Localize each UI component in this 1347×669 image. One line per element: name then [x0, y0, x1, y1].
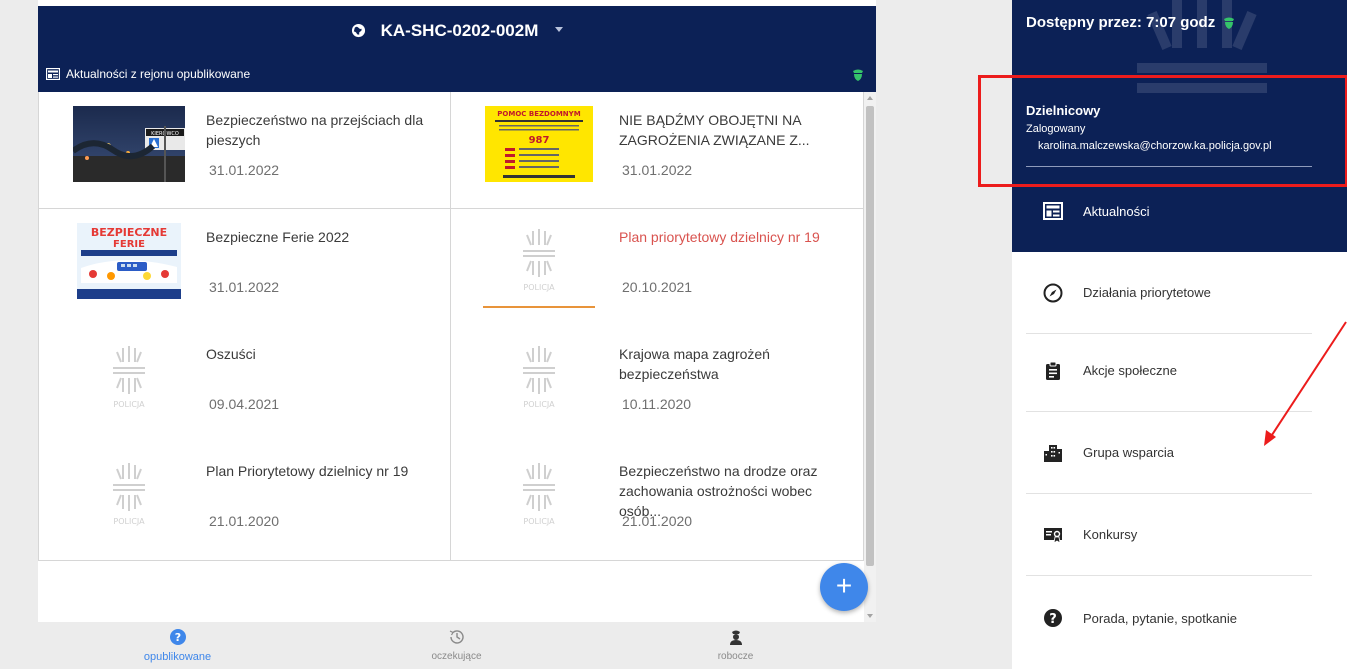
scroll-down-icon[interactable] — [867, 614, 873, 618]
poster-number: 987 — [529, 135, 550, 146]
news-date: 31.01.2022 — [209, 279, 280, 295]
compass-icon — [1043, 283, 1063, 302]
news-date: 09.04.2021 — [209, 396, 280, 412]
menu-item-advice[interactable]: ? Porada, pytanie, spotkanie — [1026, 577, 1312, 659]
tab-drafts[interactable]: robocze — [596, 622, 875, 669]
tab-label: robocze — [717, 651, 754, 662]
news-title: Bezpieczeństwo na drodze oraz zachowania… — [619, 463, 818, 519]
scroll-thumb[interactable] — [866, 106, 874, 566]
screen: KA-SHC-0202-002M Aktualności z rejonu op… — [0, 0, 1347, 669]
news-date: 21.01.2020 — [622, 513, 693, 529]
availability-text: Dostępny przez: 7:07 godz — [1026, 14, 1216, 31]
annotation-arrow-icon — [1264, 321, 1347, 446]
police-word: POLICJA — [113, 400, 145, 409]
bottom-navigation: ? opublikowane oczekujące robocze — [38, 622, 876, 669]
menu-item-label: Konkursy — [1083, 527, 1138, 542]
news-app-panel: KA-SHC-0202-002M Aktualności z rejonu op… — [38, 0, 876, 669]
news-date: 31.01.2022 — [622, 162, 693, 178]
news-title: Bezpieczeństwo na przejściach dla pieszy… — [206, 112, 424, 148]
device-id: KA-SHC-0202-002M — [380, 21, 539, 40]
chevron-down-icon[interactable] — [555, 27, 564, 32]
tab-label: opublikowane — [143, 651, 212, 663]
police-word: POLICJA — [523, 283, 555, 292]
police-badge-icon — [1224, 17, 1235, 29]
news-thumbnail: KIEROWCO — [73, 106, 185, 182]
news-card[interactable]: POLICJA Oszuści 09.04.2021 — [38, 326, 451, 444]
newspaper-icon — [1043, 202, 1063, 220]
police-logo-placeholder: POLICJA — [73, 457, 185, 533]
menu-item-label: Akcje społeczne — [1083, 363, 1177, 378]
left-margin — [0, 0, 38, 669]
menu-item-label: Aktualności — [1083, 203, 1150, 219]
news-scrollbar[interactable] — [864, 92, 876, 622]
news-card[interactable]: POLICJA Krajowa mapa zagrożeń bezpieczeń… — [451, 326, 864, 444]
news-date: 31.01.2022 — [209, 162, 280, 178]
news-date: 21.01.2020 — [209, 513, 280, 529]
news-card[interactable]: POLICJA Bezpieczeństwo na drodze oraz za… — [451, 443, 864, 561]
add-news-button[interactable]: + — [820, 563, 868, 611]
police-logo-placeholder: POLICJA — [483, 457, 595, 533]
top-bar: KA-SHC-0202-002M Aktualności z rejonu op… — [38, 6, 876, 92]
officer-icon — [729, 630, 742, 645]
news-thumbnail: POMOC BEZDOMNYM 987 — [483, 106, 595, 182]
menu-item-label: Porada, pytanie, spotkanie — [1083, 610, 1237, 626]
question-circle-icon: ? — [169, 629, 186, 645]
police-logo-placeholder: POLICJA — [483, 340, 595, 416]
menu-item-contests[interactable]: Konkursy — [1026, 494, 1312, 576]
buildings-icon — [1044, 444, 1062, 462]
svg-text:?: ? — [1049, 612, 1057, 627]
globe-icon — [351, 23, 365, 38]
news-title: NIE BĄDŹMY OBOJĘTNI NA ZAGROŻENIA ZWIĄZA… — [619, 112, 810, 148]
poster-heading: POMOC BEZDOMNYM — [497, 110, 580, 118]
poster-title: BEZPIECZNE — [91, 226, 167, 239]
certificate-icon — [1044, 527, 1062, 544]
clock-history-icon — [449, 630, 464, 644]
news-card[interactable]: POLICJA Plan Priorytetowy dzielnicy nr 1… — [38, 443, 451, 561]
newspaper-icon — [46, 68, 60, 80]
poster-subtitle: FERIE — [113, 239, 145, 250]
annotation-highlight-box — [978, 75, 1347, 187]
section-title: Aktualności z rejonu opublikowane — [66, 67, 251, 81]
menu-item-label: Grupa wsparcia — [1083, 445, 1175, 460]
news-date: 10.11.2020 — [622, 396, 692, 412]
scroll-up-icon[interactable] — [867, 96, 873, 100]
selected-underline — [483, 306, 595, 308]
news-card-selected[interactable]: POLICJA Plan priorytetowy dzielnicy nr 1… — [451, 209, 864, 327]
news-title: Plan Priorytetowy dzielnicy nr 19 — [206, 463, 409, 479]
news-date: 20.10.2021 — [622, 279, 693, 295]
news-title: Oszuści — [206, 346, 256, 362]
news-title: Krajowa mapa zagrożeń bezpieczeństwa — [619, 346, 770, 382]
police-logo-placeholder: POLICJA — [73, 340, 185, 416]
police-word: POLICJA — [523, 400, 555, 409]
tab-label: oczekujące — [431, 651, 482, 662]
news-thumbnail: BEZPIECZNE FERIE — [73, 223, 185, 299]
police-logo-placeholder: POLICJA — [483, 223, 595, 299]
clipboard-icon — [1046, 361, 1060, 380]
police-word: POLICJA — [523, 517, 555, 526]
news-card[interactable]: BEZPIECZNE FERIE Bezpieczne Ferie 2022 3… — [38, 209, 451, 327]
device-selector[interactable]: KA-SHC-0202-002M — [38, 16, 876, 46]
news-card[interactable]: POMOC BEZDOMNYM 987 NIE BĄDŹMY OBOJĘTNI … — [451, 92, 864, 209]
tab-published[interactable]: ? opublikowane — [38, 622, 317, 669]
news-card[interactable]: KIEROWCO Bezpieczeństwo na przejściach d… — [38, 92, 451, 209]
menu-item-label: Działania priorytetowe — [1083, 285, 1211, 300]
news-grid: KIEROWCO Bezpieczeństwo na przejściach d… — [38, 92, 864, 562]
tab-pending[interactable]: oczekujące — [317, 622, 596, 669]
police-word: POLICJA — [113, 517, 145, 526]
section-header: Aktualności z rejonu opublikowane — [46, 64, 250, 84]
availability-status: Dostępny przez: 7:07 godz — [1026, 14, 1235, 31]
svg-text:?: ? — [174, 631, 180, 644]
police-badge-icon — [853, 69, 863, 81]
news-title: Bezpieczne Ferie 2022 — [206, 229, 350, 245]
news-title: Plan priorytetowy dzielnicy nr 19 — [619, 229, 820, 245]
question-circle-icon: ? — [1044, 609, 1062, 627]
